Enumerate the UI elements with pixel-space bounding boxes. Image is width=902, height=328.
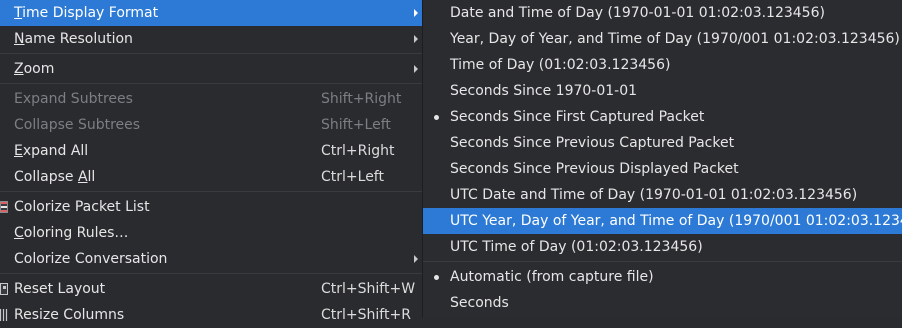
menu-item-label: Resize Columns [14, 307, 125, 323]
time-display-format-submenu: Date and Time of Day (1970-01-01 01:02:0… [422, 0, 902, 318]
submenu-item-label: Date and Time of Day (1970-01-01 01:02:0… [450, 5, 825, 21]
menu-item-resize-columns[interactable]: Resize Columns Ctrl+Shift+R [0, 302, 422, 328]
submenu-arrow-icon [414, 35, 418, 43]
menu-item-shortcut: Ctrl+Left [321, 169, 384, 185]
menu-item-shortcut: Ctrl+Shift+W [321, 281, 416, 297]
menu-item-shortcut: Ctrl+Shift+R [321, 307, 411, 323]
submenu-item-label: UTC Time of Day (01:02:03.123456) [450, 239, 703, 255]
submenu-item-label: Seconds Since Previous Captured Packet [450, 135, 735, 151]
submenu-item-label: UTC Date and Time of Day (1970-01-01 01:… [450, 187, 858, 203]
menu-item-label: Colorize Conversation [14, 251, 168, 267]
submenu-arrow-icon [414, 65, 418, 73]
menu-item-label: Colorize Packet List [14, 199, 150, 215]
menu-item-label: Collapse All [14, 169, 96, 185]
menu-item-shortcut: Ctrl+Right [321, 143, 395, 159]
submenu-item-utc-date-time[interactable]: UTC Date and Time of Day (1970-01-01 01:… [423, 182, 902, 208]
submenu-arrow-icon [414, 9, 418, 17]
menu-item-label: Expand Subtrees [14, 91, 133, 107]
submenu-item-seconds-since-prev-displayed[interactable]: Seconds Since Previous Displayed Packet [423, 156, 902, 182]
menu-item-shortcut: Shift+Right [321, 91, 402, 107]
menu-item-expand-all[interactable]: Expand All Ctrl+Right [0, 138, 422, 164]
submenu-item-label: Seconds Since Previous Displayed Packet [450, 161, 739, 177]
menu-separator [0, 273, 422, 274]
view-menu: Time Display Format Name Resolution Zoom… [0, 0, 422, 323]
submenu-item-date-time-of-day[interactable]: Date and Time of Day (1970-01-01 01:02:0… [423, 0, 902, 26]
submenu-arrow-icon [414, 255, 418, 263]
menu-item-coloring-rules[interactable]: Coloring Rules… [0, 220, 422, 246]
menu-item-label: Expand All [14, 143, 89, 159]
submenu-item-seconds-since-first[interactable]: Seconds Since First Captured Packet [423, 104, 902, 130]
submenu-item-label: Seconds Since 1970-01-01 [450, 83, 638, 99]
submenu-item-year-doy-time[interactable]: Year, Day of Year, and Time of Day (1970… [423, 26, 902, 52]
submenu-item-time-of-day[interactable]: Time of Day (01:02:03.123456) [423, 52, 902, 78]
submenu-item-label: Year, Day of Year, and Time of Day (1970… [450, 31, 900, 47]
submenu-item-utc-time-of-day[interactable]: UTC Time of Day (01:02:03.123456) [423, 234, 902, 260]
layout-icon [0, 283, 8, 295]
menu-item-label: Coloring Rules… [14, 225, 129, 241]
menu-item-reset-layout[interactable]: Reset Layout Ctrl+Shift+W [0, 276, 422, 302]
menu-separator [0, 191, 422, 192]
radio-selected-icon [434, 115, 439, 120]
menu-separator [0, 53, 422, 54]
submenu-item-label: Seconds [450, 295, 509, 311]
submenu-item-seconds[interactable]: Seconds [423, 290, 902, 316]
menu-item-label: Name Resolution [14, 31, 133, 47]
radio-selected-icon [434, 275, 439, 280]
submenu-item-label: Automatic (from capture file) [450, 269, 654, 285]
submenu-item-label: Seconds Since First Captured Packet [450, 109, 705, 125]
submenu-item-seconds-since-prev-captured[interactable]: Seconds Since Previous Captured Packet [423, 130, 902, 156]
menu-item-label: Time Display Format [14, 5, 159, 21]
menu-item-colorize-conversation[interactable]: Colorize Conversation [0, 246, 422, 272]
menu-item-time-display-format[interactable]: Time Display Format [0, 0, 422, 26]
menu-item-label: Collapse Subtrees [14, 117, 141, 133]
packet-list-icon [0, 201, 8, 213]
menu-item-expand-subtrees[interactable]: Expand Subtrees Shift+Right [0, 86, 422, 112]
submenu-item-label: Time of Day (01:02:03.123456) [450, 57, 671, 73]
menu-separator [0, 83, 422, 84]
menu-separator [423, 261, 902, 262]
menu-item-colorize-packet-list[interactable]: Colorize Packet List [0, 194, 422, 220]
menu-item-collapse-subtrees[interactable]: Collapse Subtrees Shift+Left [0, 112, 422, 138]
submenu-item-utc-year-doy-time[interactable]: UTC Year, Day of Year, and Time of Day (… [423, 208, 902, 234]
menu-item-collapse-all[interactable]: Collapse All Ctrl+Left [0, 164, 422, 190]
columns-icon [0, 309, 8, 321]
menu-item-shortcut: Shift+Left [321, 117, 391, 133]
submenu-item-seconds-since-epoch[interactable]: Seconds Since 1970-01-01 [423, 78, 902, 104]
menu-item-label: Zoom [14, 61, 55, 77]
submenu-item-automatic[interactable]: Automatic (from capture file) [423, 264, 902, 290]
menu-item-zoom[interactable]: Zoom [0, 56, 422, 82]
menu-item-name-resolution[interactable]: Name Resolution [0, 26, 422, 52]
menu-item-label: Reset Layout [14, 281, 106, 297]
submenu-item-label: UTC Year, Day of Year, and Time of Day (… [450, 213, 902, 229]
